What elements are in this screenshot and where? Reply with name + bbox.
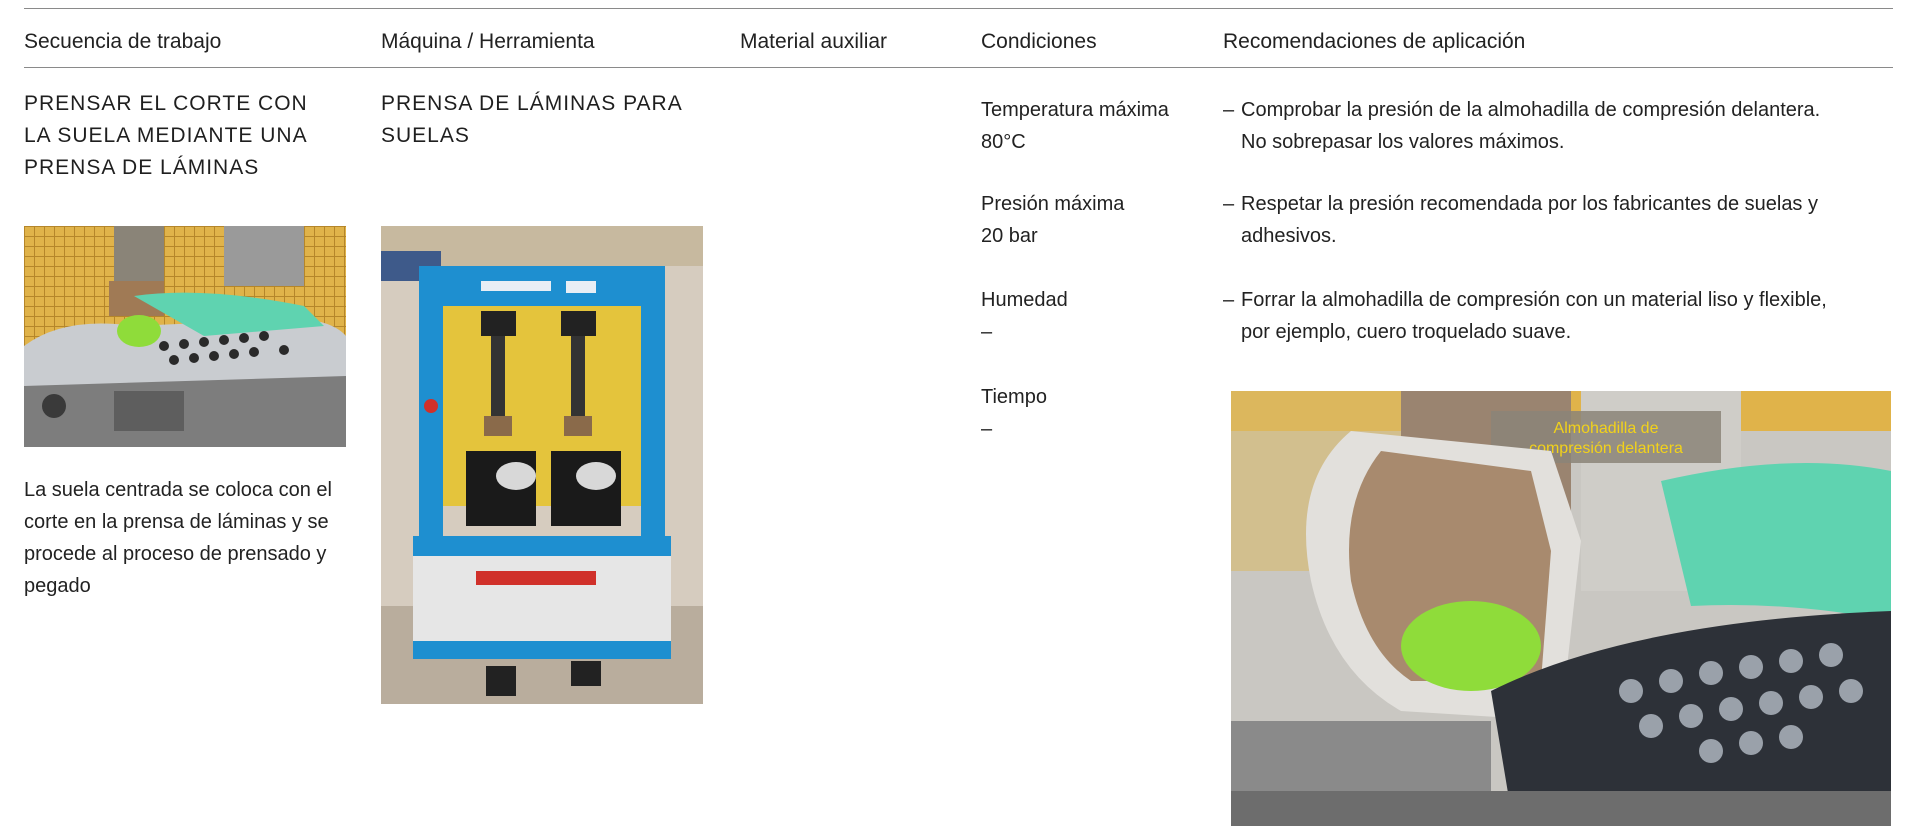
header-aux: Material auxiliar	[740, 30, 888, 53]
recommendation-item: – Respetar la presión recomendada por lo…	[1223, 188, 1893, 252]
recommendation-line: por ejemplo, cuero troquelado suave.	[1241, 321, 1572, 343]
machine-title-line: SUELAS	[381, 124, 470, 147]
machine-title: PRENSA DE LÁMINAS PARA SUELAS	[381, 88, 683, 152]
step-title: PRENSAR EL CORTE CON LA SUELA MEDIANTE U…	[24, 88, 308, 184]
condition-label: Humedad	[981, 289, 1068, 311]
header-sequence: Secuencia de trabajo	[24, 30, 222, 53]
header-rule	[24, 67, 1893, 68]
recommendation-line: No sobrepasar los valores máximos.	[1241, 131, 1565, 153]
condition-value: –	[981, 321, 993, 343]
step-description: La suela centrada se coloca con el corte…	[24, 479, 332, 597]
annotation-line: Almohadilla de	[1554, 420, 1659, 437]
condition-pressure: Presión máxima 20 bar	[981, 188, 1124, 252]
condition-label: Tiempo	[981, 386, 1047, 408]
bullet-dash: –	[1223, 99, 1235, 121]
recommendation-line: Forrar la almohadilla de compresión con …	[1241, 289, 1827, 311]
bullet-dash: –	[1223, 193, 1235, 215]
condition-value: 20 bar	[981, 225, 1038, 247]
condition-time: Tiempo –	[981, 381, 1047, 445]
recommendation-line: Comprobar la presión de la almohadilla d…	[1241, 99, 1821, 121]
step-title-line: PRENSAR EL CORTE CON	[24, 92, 308, 115]
header-machine: Máquina / Herramienta	[381, 30, 595, 53]
condition-value: 80°C	[981, 131, 1026, 153]
condition-value: –	[981, 418, 993, 440]
recommendation-item: – Forrar la almohadilla de compresión co…	[1223, 284, 1893, 348]
step-title-line: PRENSA DE LÁMINAS	[24, 156, 260, 179]
machine-title-line: PRENSA DE LÁMINAS PARA	[381, 92, 683, 115]
condition-humidity: Humedad –	[981, 284, 1068, 348]
condition-temperature: Temperatura máxima 80°C	[981, 94, 1169, 158]
recommendation-item: – Comprobar la presión de la almohadilla…	[1223, 94, 1893, 158]
recommendation-line: Respetar la presión recomendada por los …	[1241, 193, 1818, 215]
press-machine-photo	[381, 226, 703, 704]
shoe-press-photo	[24, 226, 346, 447]
condition-label: Presión máxima	[981, 193, 1125, 215]
condition-label: Temperatura máxima	[981, 99, 1169, 121]
annotation-line: compresión delantera	[1529, 440, 1683, 457]
header-recommendations: Recomendaciones de aplicación	[1223, 30, 1526, 53]
top-rule	[24, 8, 1893, 9]
recommendation-line: adhesivos.	[1241, 225, 1337, 247]
bullet-dash: –	[1223, 289, 1235, 311]
pad-closeup-photo: Almohadilla de compresión delantera	[1231, 391, 1891, 826]
step-title-line: LA SUELA MEDIANTE UNA	[24, 124, 308, 147]
header-conditions: Condiciones	[981, 30, 1097, 53]
